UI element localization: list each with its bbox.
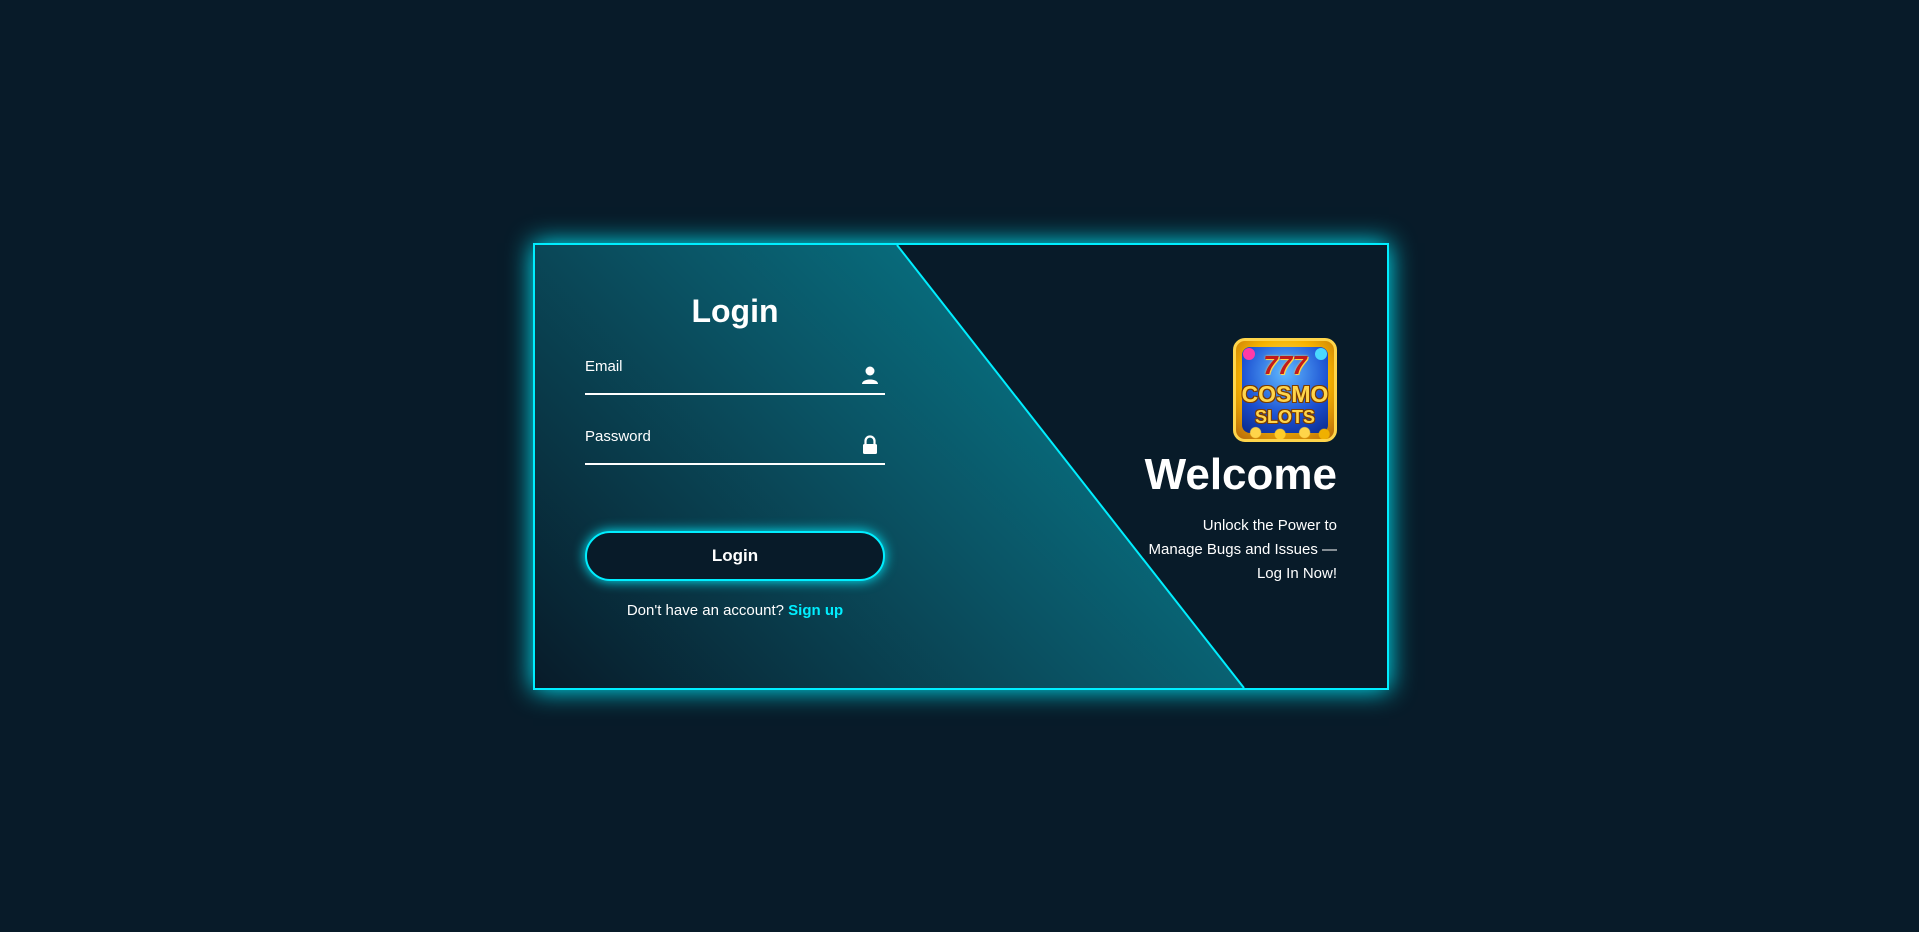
logo-777: 777	[1263, 350, 1307, 380]
email-label: Email	[585, 358, 623, 375]
email-field[interactable]: Email	[585, 345, 885, 395]
form-title: Login	[691, 293, 779, 329]
password-label: Password	[585, 428, 651, 445]
login-card: Login Email Password Login Don't have an…	[533, 243, 1389, 690]
coins-icon	[1236, 423, 1334, 439]
welcome-text: Unlock the Power to Manage Bugs and Issu…	[1148, 517, 1337, 582]
user-icon	[861, 365, 879, 385]
email-underline	[585, 393, 885, 395]
lock-icon	[861, 435, 879, 455]
email-input[interactable]	[585, 345, 885, 395]
password-field[interactable]: Password	[585, 415, 885, 465]
password-underline	[585, 463, 885, 465]
logo-cosmo: COSMO	[1241, 381, 1329, 407]
login-button[interactable]: Login	[585, 531, 885, 581]
signup-prompt: Don't have an account?	[626, 602, 784, 619]
welcome-title: Welcome	[1144, 450, 1337, 499]
signup-row: Don't have an account? Sign up	[585, 602, 885, 619]
signup-link[interactable]: Sign up	[788, 602, 843, 619]
cosmo-slots-logo: 777 COSMO SLOTS	[1233, 338, 1337, 442]
